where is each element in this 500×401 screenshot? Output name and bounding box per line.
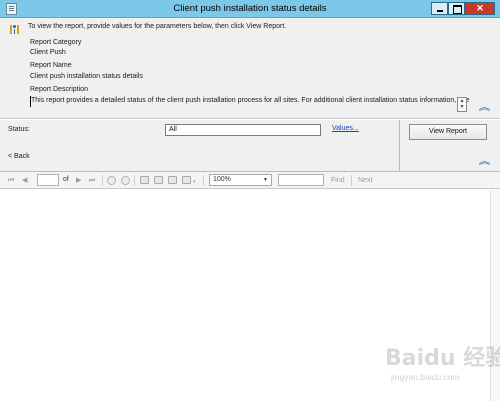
collapse-info-chevron-icon[interactable]: ︽ xyxy=(479,103,491,112)
chevron-down-icon[interactable]: ▼ xyxy=(263,175,268,185)
find-next-button[interactable]: Next xyxy=(358,176,372,185)
status-input[interactable]: All xyxy=(165,124,321,136)
report-description-value: This report provides a detailed status o… xyxy=(31,97,470,104)
page-setup-icon[interactable] xyxy=(168,176,177,184)
values-link[interactable]: Values... xyxy=(332,125,359,132)
watermark-url-text: jingyan.baidu.com xyxy=(391,372,460,382)
close-button[interactable]: ✕ xyxy=(465,2,495,15)
report-toolbar: ⏮ ◀ of ▶ ⏭ ▾ 100% ▼ Find Next xyxy=(0,172,500,189)
baidu-watermark: Baidu 经验 jingyan.baidu.com xyxy=(385,340,500,396)
watermark-logo-text: Baidu 经验 xyxy=(385,346,500,371)
panel-divider xyxy=(399,120,400,172)
previous-page-icon[interactable]: ◀ xyxy=(22,176,27,185)
zoom-value: 100% xyxy=(213,176,231,183)
description-scroll-spinner[interactable]: ▲ ▼ xyxy=(457,97,467,112)
back-link[interactable]: < Back xyxy=(8,153,30,160)
print-layout-icon[interactable] xyxy=(154,176,163,184)
toolbar-separator xyxy=(134,175,135,186)
report-name-value: Client push installation status details xyxy=(30,73,143,80)
maximize-button[interactable] xyxy=(448,2,465,15)
zoom-select[interactable]: 100% ▼ xyxy=(209,174,272,186)
print-icon[interactable] xyxy=(140,176,149,184)
refresh-icon[interactable] xyxy=(121,176,130,185)
first-page-icon[interactable]: ⏮ xyxy=(8,176,14,185)
toolbar-separator xyxy=(203,175,204,186)
spinner-down-icon[interactable]: ▼ xyxy=(458,104,466,110)
status-label: Status: xyxy=(8,126,30,133)
find-button[interactable]: Find xyxy=(331,176,345,185)
report-category-value: Client Push xyxy=(30,49,66,56)
instructions-text: To view the report, provide values for t… xyxy=(28,23,287,30)
export-icon[interactable] xyxy=(182,176,191,184)
page-of-label: of xyxy=(63,176,69,183)
info-icon xyxy=(10,24,19,35)
report-description-label: Report Description xyxy=(30,86,88,93)
last-page-icon[interactable]: ⏭ xyxy=(89,176,95,185)
collapse-parameters-chevron-icon[interactable]: ︽ xyxy=(479,157,491,166)
export-dropdown-icon[interactable]: ▾ xyxy=(193,178,196,187)
report-category-label: Report Category xyxy=(30,39,82,46)
report-info-panel: To view the report, provide values for t… xyxy=(0,18,500,119)
window-title: Client push installation status details xyxy=(173,3,327,14)
title-bar: Client push installation status details … xyxy=(0,0,500,18)
minimize-button[interactable] xyxy=(431,2,448,15)
view-report-button[interactable]: View Report xyxy=(409,124,487,140)
stop-icon[interactable] xyxy=(107,176,116,185)
toolbar-separator xyxy=(351,175,352,186)
page-number-input[interactable] xyxy=(37,174,59,186)
report-name-label: Report Name xyxy=(30,62,72,69)
parameters-panel: Status: All Values... < Back View Report… xyxy=(0,120,500,172)
toolbar-separator xyxy=(102,175,103,186)
find-input[interactable] xyxy=(278,174,324,186)
next-page-icon[interactable]: ▶ xyxy=(76,176,81,185)
